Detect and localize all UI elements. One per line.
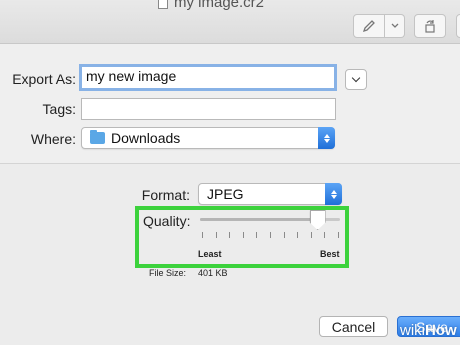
quality-slider-tick [310,232,312,238]
markup-pen-button[interactable] [353,14,385,38]
quality-slider-tick [270,232,271,238]
popup-arrows-icon [318,127,335,149]
window-title: my image.cr2 [158,0,264,11]
quality-slider-fill [200,218,318,221]
format-popup[interactable]: JPEG [198,183,342,205]
quality-best-label: Best [320,249,340,259]
markup-dropdown-button[interactable] [385,14,405,38]
watermark-prefix: wiki [400,322,425,339]
where-value: Downloads [111,130,181,146]
popup-arrows-icon [325,183,342,205]
where-label: Where: [30,131,76,147]
file-size-label: File Size: [149,268,187,278]
quality-slider-tick [283,232,285,238]
tags-field[interactable] [81,98,336,120]
wikihow-watermark: wikiHow [400,322,457,339]
toolbar-overflow-button[interactable] [456,14,460,38]
chevron-down-icon [391,23,398,28]
quality-least-label: Least [198,249,222,259]
quality-slider-tick [242,232,244,238]
pen-icon [362,20,375,33]
quality-slider-tick [256,232,258,238]
rotate-icon [425,20,435,33]
quality-label: Quality: [143,213,191,229]
watermark-brand: How [425,322,457,339]
tags-label: Tags: [42,101,76,117]
quality-slider-tick [215,232,217,238]
file-size-value: 401 KB [198,268,228,278]
window-title-text: my image.cr2 [174,0,265,11]
quality-slider-tick [338,232,339,238]
cancel-button[interactable]: Cancel [319,316,388,337]
quality-slider-tick [324,232,326,238]
where-popup[interactable]: Downloads [81,127,335,149]
format-value: JPEG [207,186,244,202]
expand-dialog-button[interactable] [345,69,367,90]
export-as-label: Export As: [12,71,76,87]
quality-slider-tick [229,232,231,238]
quality-slider-tick [297,232,299,238]
document-icon [158,0,168,9]
title-bar: my image.cr2 [0,0,460,44]
export-as-field[interactable]: my new image [79,64,337,91]
quality-slider-tick [202,232,203,238]
chevron-down-icon [351,73,361,83]
format-label: Format: [141,187,190,203]
rotate-button[interactable] [414,14,446,38]
folder-icon [90,130,105,144]
